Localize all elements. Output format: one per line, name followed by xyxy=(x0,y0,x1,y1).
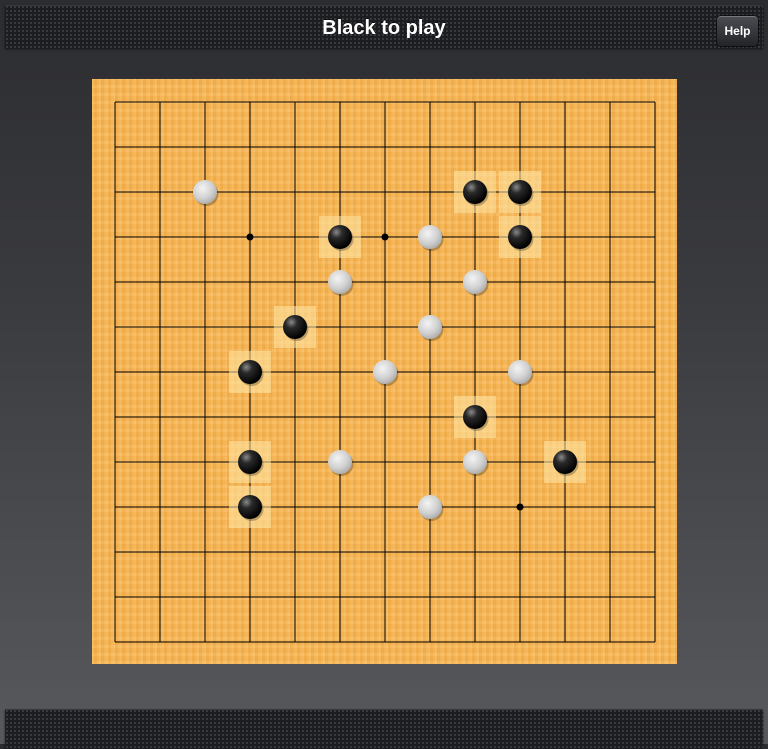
board-grid xyxy=(114,101,656,643)
black-stone[interactable] xyxy=(553,450,577,474)
black-stone[interactable] xyxy=(238,450,262,474)
black-stone[interactable] xyxy=(238,360,262,384)
white-stone[interactable] xyxy=(193,180,217,204)
black-stone[interactable] xyxy=(283,315,307,339)
white-stone[interactable] xyxy=(328,450,352,474)
white-stone[interactable] xyxy=(463,270,487,294)
white-stone[interactable] xyxy=(328,270,352,294)
black-stone[interactable] xyxy=(238,495,262,519)
white-stone[interactable] xyxy=(418,225,442,249)
go-board[interactable] xyxy=(92,79,677,664)
black-stone[interactable] xyxy=(463,180,487,204)
white-stone[interactable] xyxy=(373,360,397,384)
white-stone[interactable] xyxy=(418,495,442,519)
bottom-toolbar xyxy=(5,709,763,749)
white-stone[interactable] xyxy=(463,450,487,474)
star-point xyxy=(516,503,524,511)
star-point xyxy=(381,233,389,241)
white-stone[interactable] xyxy=(418,315,442,339)
star-point xyxy=(246,233,254,241)
help-button[interactable]: Help xyxy=(716,15,759,47)
top-toolbar: Black to play Help xyxy=(5,5,763,48)
black-stone[interactable] xyxy=(463,405,487,429)
black-stone[interactable] xyxy=(508,180,532,204)
black-stone[interactable] xyxy=(328,225,352,249)
status-title: Black to play xyxy=(322,17,446,39)
black-stone[interactable] xyxy=(508,225,532,249)
white-stone[interactable] xyxy=(508,360,532,384)
